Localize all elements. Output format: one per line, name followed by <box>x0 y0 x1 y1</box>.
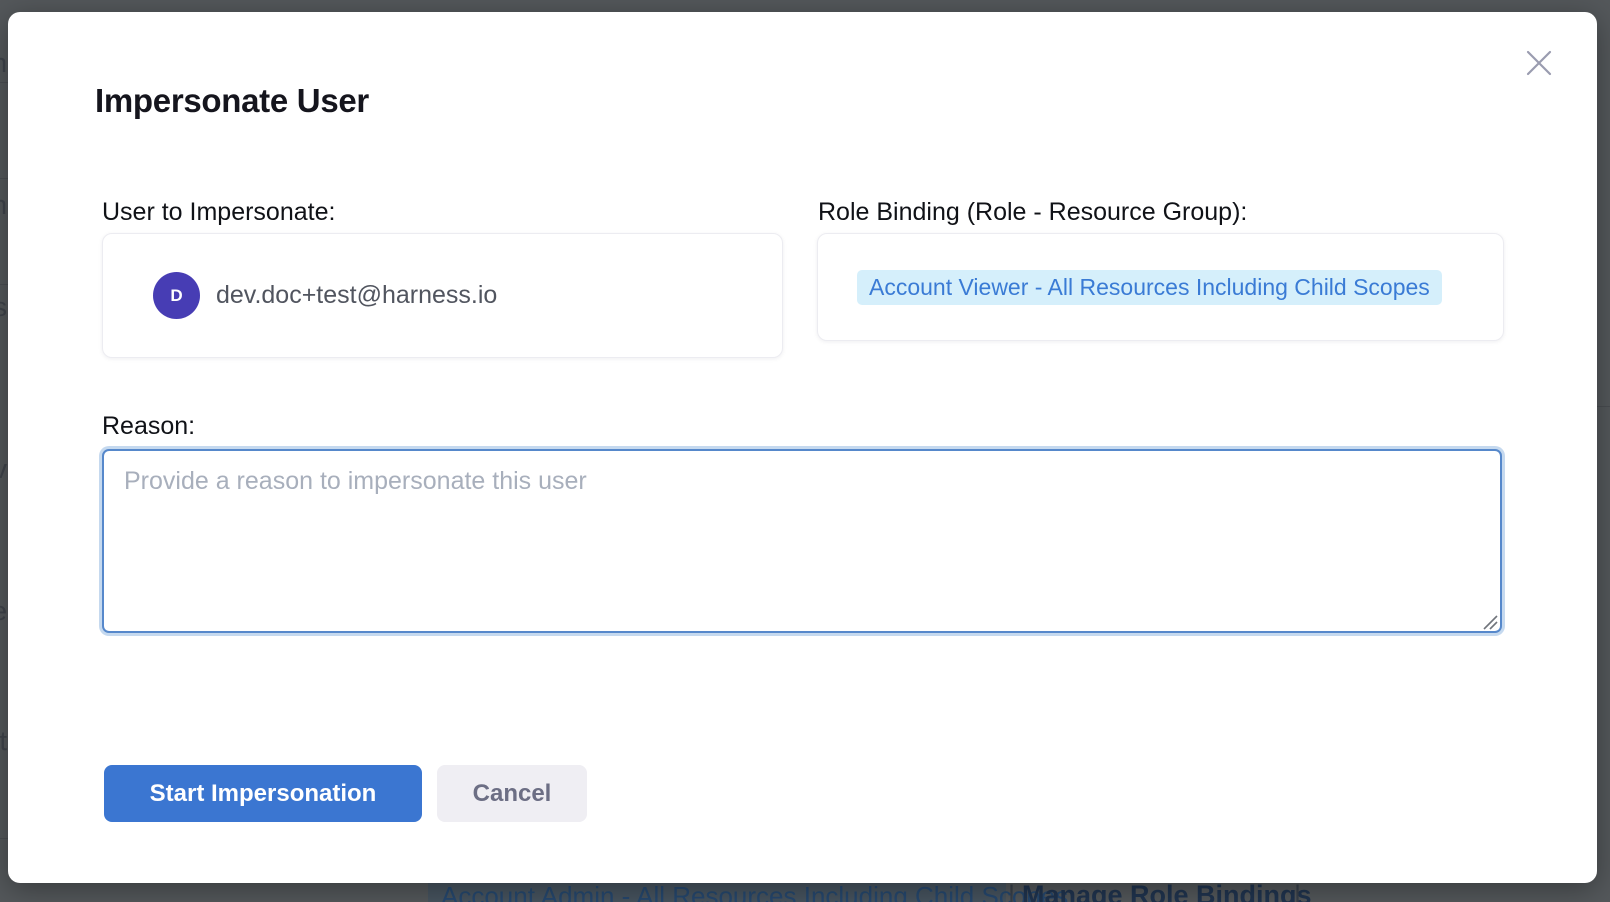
background-text-fragment: n <box>0 46 7 80</box>
background-divider <box>0 178 8 179</box>
background-role-binding-label: Account Admin - All Resources Including … <box>441 881 1068 902</box>
role-binding-badge: Account Viewer - All Resources Including… <box>857 270 1442 305</box>
start-impersonation-button[interactable]: Start Impersonation <box>104 765 422 822</box>
user-card: D dev.doc+test@harness.io <box>102 233 783 358</box>
background-text-fragment: ve <box>0 594 7 628</box>
user-email: dev.doc+test@harness.io <box>216 281 497 310</box>
reason-label: Reason: <box>102 412 195 441</box>
cancel-button[interactable]: Cancel <box>437 765 587 822</box>
background-divider <box>0 82 8 83</box>
background-separator: | <box>1008 880 1015 902</box>
impersonate-user-dialog: Impersonate User User to Impersonate: Ro… <box>8 12 1597 883</box>
background-divider <box>0 284 8 285</box>
dialog-title: Impersonate User <box>95 82 369 120</box>
role-binding-label: Role Binding (Role - Resource Group): <box>818 198 1247 227</box>
user-avatar: D <box>153 272 200 319</box>
background-manage-role-bindings-link: Manage Role Bindings <box>1022 880 1312 902</box>
role-binding-card: Account Viewer - All Resources Including… <box>817 233 1504 341</box>
close-icon <box>1524 48 1554 78</box>
background-text-fragment: s <box>0 290 7 324</box>
background-separator: | <box>1294 880 1301 902</box>
background-divider <box>1597 406 1610 407</box>
background-text-fragment: ct <box>0 724 7 758</box>
background-divider <box>0 838 8 839</box>
background-text-fragment: n <box>0 188 7 222</box>
background-text-fragment: ev <box>0 452 7 486</box>
reason-input[interactable] <box>102 449 1502 633</box>
user-to-impersonate-label: User to Impersonate: <box>102 198 335 227</box>
close-button[interactable] <box>1518 42 1560 84</box>
